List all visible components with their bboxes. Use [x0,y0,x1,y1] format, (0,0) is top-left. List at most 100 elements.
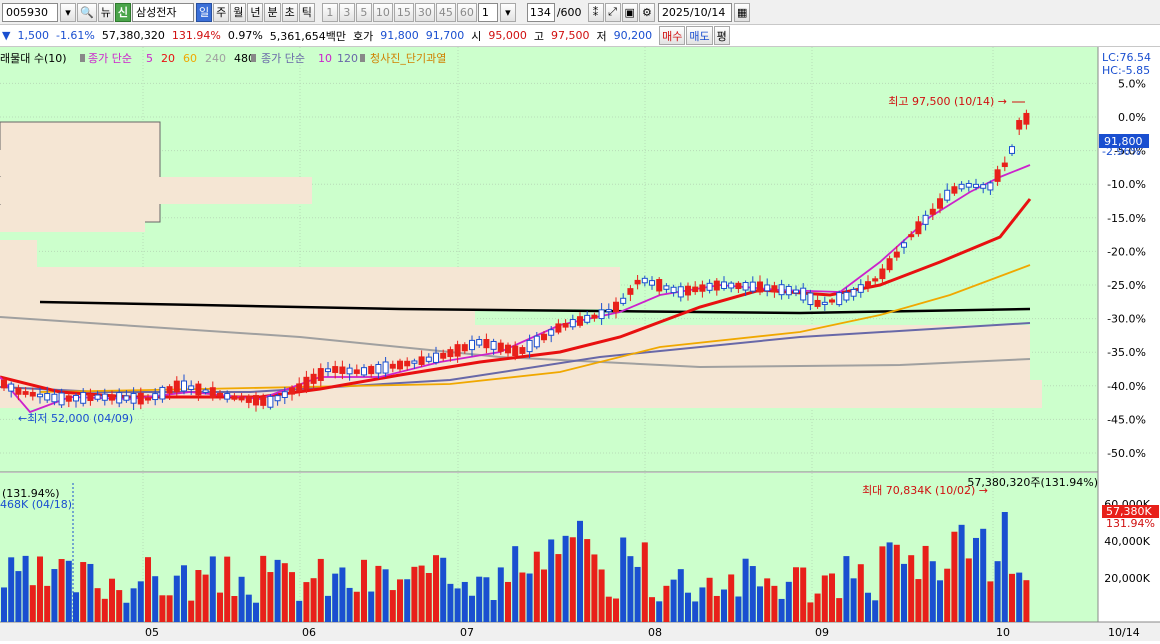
candle-body [987,182,994,191]
volume-bar [577,520,583,622]
period-tab-0[interactable]: 일 [195,2,213,22]
candle-body [317,368,324,381]
new-button[interactable]: 뉴 [97,2,114,22]
volume-bar [224,556,231,622]
crosshair-icon[interactable]: ⤢ [604,2,621,22]
candle-body [109,394,115,401]
count-input[interactable]: 134 [526,2,555,22]
candle-body [145,397,151,401]
candle-body [778,284,785,296]
new-badge[interactable]: 신 [114,2,131,22]
volume-bar [346,587,353,622]
count-total: /600 [556,5,582,19]
candle-body [130,393,137,404]
candle-body [519,347,526,354]
volume-profile-bar [0,240,37,267]
interval-button-15[interactable]: 15 [393,2,414,22]
candle-body [73,394,79,402]
dropdown-button[interactable]: ▾ [60,2,76,22]
candle-body [29,391,36,397]
candle-body [461,344,468,352]
price-tick: -25.0% [1107,279,1146,292]
candle-body [260,396,267,406]
interval-button-10[interactable]: 10 [372,2,393,22]
period-tab-4[interactable]: 분 [264,2,281,22]
date-input[interactable]: 2025/10/14 [657,2,732,22]
open-label: 시 [471,29,482,43]
volume-bar [785,581,792,622]
volume-bar [807,602,814,622]
volume-bar [418,565,425,622]
volume-bar [893,544,900,622]
current-pct: -2.96% [1102,145,1141,158]
candle-body [65,395,72,402]
candle-body [980,184,987,189]
candle-body [325,368,331,373]
price-tick: 0.0% [1118,111,1146,124]
candle-body [483,339,490,349]
interval-button-1[interactable]: 1 [321,2,338,22]
interval-button-30[interactable]: 30 [414,2,435,22]
candle-body [821,301,828,305]
period-tab-6[interactable]: 틱 [298,2,315,22]
volume-bar [620,537,627,622]
volume-bar [253,602,259,622]
legend-marker [251,54,256,62]
legend-ma-120: 120 [337,52,358,65]
high-annotation: 최고 97,500 (10/14) → [888,95,1007,108]
interval-input[interactable]: 1 [477,2,498,22]
candle-body [641,277,648,284]
search-icon[interactable]: 🔍 [77,2,97,22]
stock-name-field[interactable]: 삼성전자 [131,2,194,22]
candle-body [944,189,951,201]
candle-body [951,186,958,194]
candle-body [181,380,187,392]
candle-body [721,281,727,289]
volume-bar [634,566,641,622]
volume-bar [569,537,576,622]
period-tab-3[interactable]: 년 [247,2,264,22]
interval-button-5[interactable]: 5 [355,2,372,22]
candle-body [1001,162,1008,168]
gear-icon[interactable]: ⚙ [638,2,655,22]
interval-buttons: 1 3 5 10 15 30 45 60 [321,2,478,22]
interval-button-3[interactable]: 3 [338,2,355,22]
indicator-icon[interactable]: ⁑ [587,2,604,22]
sell-button[interactable]: 매도 [686,26,713,45]
period-tab-5[interactable]: 초 [281,2,298,22]
legend-volume-profile: 래물대 수(10) [0,52,67,65]
candle-body [238,396,245,401]
candle-body [469,339,475,351]
volume-bar [469,595,475,622]
stock-chart[interactable]: 래물대 수(10) 종가 단순 5 20 60 240 480 종가 단순 10 120 청사진_단… [0,47,1160,641]
volume-bar [857,564,864,622]
volume-bar [109,578,115,622]
save-icon[interactable]: ▣ [621,2,638,22]
interval-button-60[interactable]: 60 [456,2,477,22]
volume-bar [8,557,15,622]
candle-body [713,280,720,291]
candle-body [735,282,742,290]
period-tab-1[interactable]: 주 [213,2,230,22]
legend-marker [360,54,365,62]
candle-body [922,214,929,225]
low-price: 90,200 [613,29,653,42]
volume-bar [843,556,850,622]
candle-body [886,258,893,271]
volume-bar [490,600,497,622]
chart-area[interactable]: 래물대 수(10) 종가 단순 5 20 60 240 480 종가 단순 10 120 청사진_단… [0,47,1160,641]
volume-bar [145,557,151,622]
candle-body [94,394,101,400]
volume-bar [231,595,238,622]
avg-button[interactable]: 평 [713,26,730,45]
period-tab-2[interactable]: 월 [230,2,247,22]
x-label-05: 05 [145,626,159,639]
volume-bar [519,572,526,622]
interval-button-45[interactable]: 45 [435,2,456,22]
calendar-icon[interactable]: ▦ [733,2,751,22]
buy-button[interactable]: 매수 [659,26,686,45]
stock-code-input[interactable]: 005930 [2,2,58,22]
candle-body [908,234,915,238]
volume-bar [613,598,619,622]
interval-dropdown[interactable]: ▾ [499,2,516,22]
